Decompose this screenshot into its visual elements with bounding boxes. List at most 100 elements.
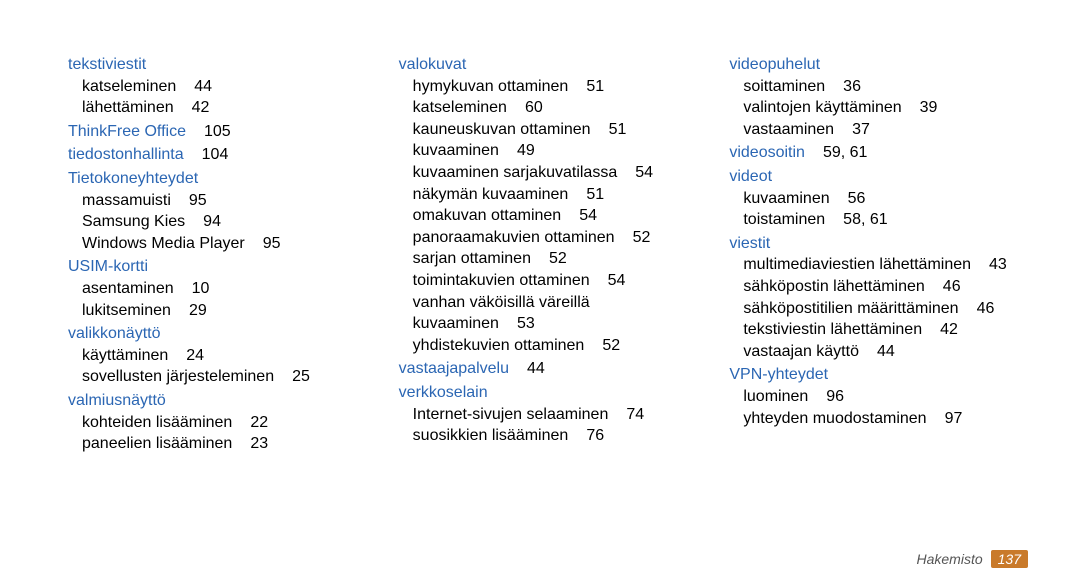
entry-text: suosikkien lisääminen	[413, 427, 569, 444]
entry-text: vastaajapalvelu	[399, 360, 509, 377]
index-heading: videopuhelut	[729, 54, 1020, 76]
entry-text: kauneuskuvan ottaminen	[413, 121, 591, 138]
entry-text: lukitseminen	[82, 302, 171, 319]
entry-text: USIM-kortti	[68, 258, 148, 275]
entry-text: toimintakuvien ottaminen	[413, 272, 590, 289]
index-heading: valikkonäyttö	[68, 323, 359, 345]
entry-text: massamuisti	[82, 192, 171, 209]
entry-page: 51	[586, 78, 604, 95]
index-subentry: Windows Media Player 95	[82, 233, 359, 255]
entry-text: Windows Media Player	[82, 235, 245, 252]
entry-page: 44	[527, 360, 545, 377]
index-subentry: Samsung Kies94	[82, 211, 359, 233]
index-heading: VPN-yhteydet	[729, 364, 1020, 386]
entry-text: ThinkFree Office	[68, 123, 186, 140]
index-heading: tekstiviestit	[68, 54, 359, 76]
entry-text: katseleminen	[82, 78, 176, 95]
entry-page: 42	[192, 99, 210, 116]
entry-text: kuvaaminen sarjakuvatilassa	[413, 164, 618, 181]
index-subentry: panoraamakuvien ottaminen 52	[413, 227, 690, 249]
entry-page: 52	[633, 229, 651, 246]
entry-page: 10	[192, 280, 210, 297]
entry-page: 43	[989, 256, 1007, 273]
entry-page: 105	[204, 123, 231, 140]
index-column: videopuhelut soittaminen36valintojen käyt…	[729, 52, 1020, 455]
index-heading: videot	[729, 166, 1020, 188]
entry-page: 22	[250, 414, 268, 431]
index-subentry: vastaajan käyttö44	[743, 341, 1020, 363]
index-heading: ThinkFree Office 105	[68, 121, 359, 143]
index-subentry: omakuvan ottaminen 54	[413, 205, 690, 227]
entry-text: käyttäminen	[82, 347, 168, 364]
entry-text: soittaminen	[743, 78, 825, 95]
entry-text: lähettäminen	[82, 99, 174, 116]
page-footer: Hakemisto 137	[917, 550, 1029, 568]
index-heading: vastaajapalvelu 44	[399, 358, 690, 380]
entry-page: 54	[608, 272, 626, 289]
entry-page: 52	[602, 337, 620, 354]
index-heading: Tietokoneyhteydet	[68, 168, 359, 190]
entry-text: vanhan väköisillä väreillä kuvaaminen	[413, 294, 590, 333]
index-subentry: toistaminen 58, 61	[743, 209, 1020, 231]
index-subentry: vastaaminen37	[743, 119, 1020, 141]
entry-text: omakuvan ottaminen	[413, 207, 562, 224]
index-heading: videosoitin59, 61	[729, 142, 1020, 164]
entry-page: 74	[626, 406, 644, 423]
entry-text: viestit	[729, 235, 770, 252]
entry-text: näkymän kuvaaminen	[413, 186, 569, 203]
entry-text: videosoitin	[729, 144, 805, 161]
index-heading: valokuvat	[399, 54, 690, 76]
entry-text: sovellusten järjesteleminen	[82, 368, 274, 385]
entry-page: 54	[635, 164, 653, 181]
index-subentry: sovellusten järjesteleminen 25	[82, 366, 359, 388]
entry-page: 51	[586, 186, 604, 203]
index-subentry: sarjan ottaminen52	[413, 248, 690, 270]
index-subentry: soittaminen36	[743, 76, 1020, 98]
index-subentry: katseleminen 60	[413, 97, 690, 119]
entry-text: hymykuvan ottaminen	[413, 78, 569, 95]
entry-text: Samsung Kies	[82, 213, 185, 230]
index-heading: tiedostonhallinta104	[68, 144, 359, 166]
entry-text: sähköpostin lähettäminen	[743, 278, 924, 295]
index-subentry: suosikkien lisääminen 76	[413, 425, 690, 447]
index-heading: valmiusnäyttö	[68, 390, 359, 412]
entry-text: videopuhelut	[729, 56, 820, 73]
entry-page: 23	[250, 435, 268, 452]
entry-page: 58, 61	[843, 211, 887, 228]
entry-text: paneelien lisääminen	[82, 435, 232, 452]
entry-page: 51	[609, 121, 627, 138]
footer-page-number: 137	[991, 550, 1028, 568]
entry-page: 104	[202, 146, 229, 163]
entry-text: asentaminen	[82, 280, 174, 297]
index-subentry: hymykuvan ottaminen 51	[413, 76, 690, 98]
index-subentry: kohteiden lisääminen22	[82, 412, 359, 434]
entry-page: 95	[263, 235, 281, 252]
entry-page: 24	[186, 347, 204, 364]
entry-text: vastaaminen	[743, 121, 834, 138]
index-subentry: asentaminen 10	[82, 278, 359, 300]
entry-page: 96	[826, 388, 844, 405]
index-subentry: yhteyden muodostaminen97	[743, 408, 1020, 430]
index-subentry: katseleminen 44	[82, 76, 359, 98]
index-subentry: toimintakuvien ottaminen 54	[413, 270, 690, 292]
entry-text: yhteyden muodostaminen	[743, 410, 926, 427]
entry-text: sarjan ottaminen	[413, 250, 531, 267]
entry-page: 60	[525, 99, 543, 116]
entry-page: 25	[292, 368, 310, 385]
index-subentry: tekstiviestin lähettäminen42	[743, 319, 1020, 341]
entry-page: 42	[940, 321, 958, 338]
index-subentry: kuvaaminen56	[743, 188, 1020, 210]
entry-page: 44	[194, 78, 212, 95]
index-subentry: kuvaaminen sarjakuvatilassa 54	[413, 162, 690, 184]
index-subentry: käyttäminen 24	[82, 345, 359, 367]
entry-text: katseleminen	[413, 99, 507, 116]
index-subentry: valintojen käyttäminen39	[743, 97, 1020, 119]
index-subentry: lukitseminen29	[82, 300, 359, 322]
index-subentry: paneelien lisääminen 23	[82, 433, 359, 455]
entry-text: toistaminen	[743, 211, 825, 228]
index-subentry: luominen96	[743, 386, 1020, 408]
index-subentry: Internet-sivujen selaaminen74	[413, 404, 690, 426]
entry-page: 54	[579, 207, 597, 224]
entry-page: 76	[586, 427, 604, 444]
entry-text: panoraamakuvien ottaminen	[413, 229, 615, 246]
